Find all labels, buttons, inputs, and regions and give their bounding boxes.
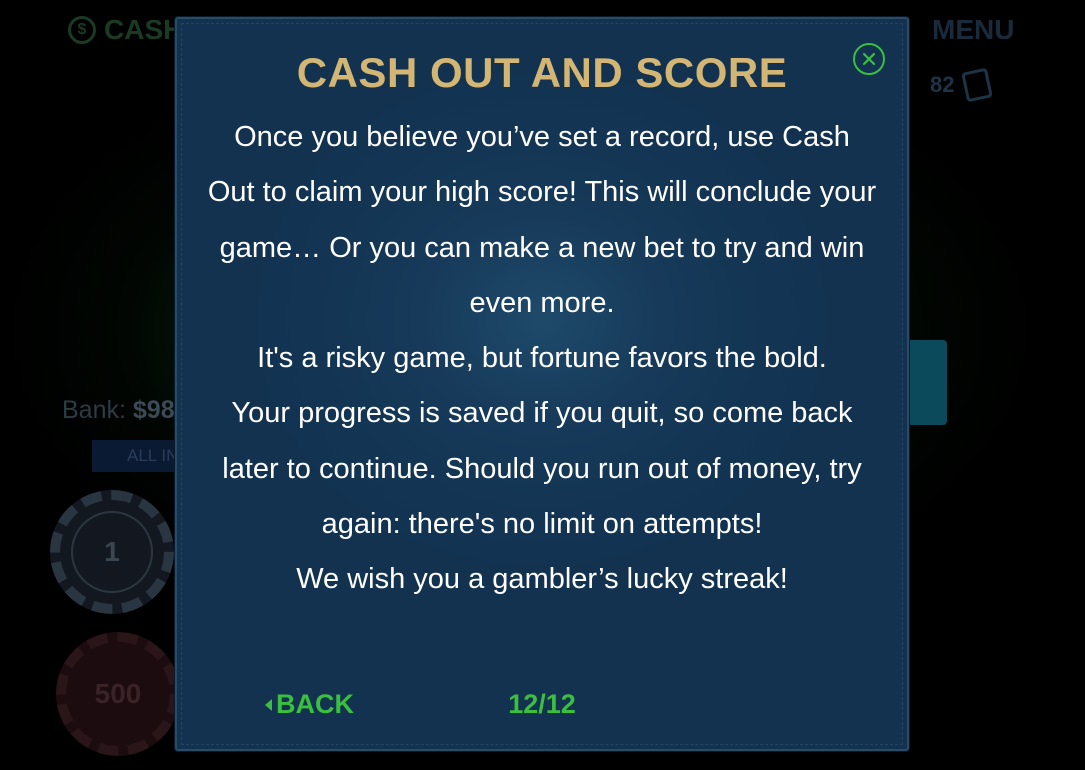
body-paragraph-2: It's a risky game, but fortune favors th… xyxy=(257,342,827,375)
cards-icon xyxy=(961,67,994,103)
chip-1: 1 xyxy=(50,490,174,614)
cards-counter: 82 xyxy=(930,67,994,103)
bank-display: Bank: $98 xyxy=(62,396,175,425)
game-screen: $ CASH MENU 82 Bank: $98 ALL IN 1 500 CA… xyxy=(0,0,1085,770)
close-button[interactable] xyxy=(853,43,885,75)
menu-button: MENU xyxy=(932,14,1015,45)
body-paragraph-1: Once you believe you’ve set a record, us… xyxy=(207,121,877,319)
dialog-body: Once you believe you’ve set a record, us… xyxy=(207,110,877,608)
close-circle-icon xyxy=(862,52,876,66)
bank-value: $98 xyxy=(132,396,175,424)
info-circle-icon: $ xyxy=(68,16,96,44)
cash-out-top-button: $ CASH xyxy=(68,14,183,46)
dialog-title: CASH OUT AND SCORE xyxy=(296,49,788,96)
bank-label: Bank: xyxy=(62,396,126,424)
cards-count: 82 xyxy=(930,72,955,97)
page-indicator: 12/12 xyxy=(508,689,576,719)
body-paragraph-4: We wish you a gambler’s lucky streak! xyxy=(296,563,788,596)
tutorial-dialog: CASH OUT AND SCORE Once you believe you’… xyxy=(175,17,909,751)
chip-500: 500 xyxy=(56,632,180,756)
chip-1-label: 1 xyxy=(71,511,153,593)
body-paragraph-3: Your progress is saved if you quit, so c… xyxy=(222,397,862,541)
cash-out-top-label: CASH xyxy=(104,14,184,45)
